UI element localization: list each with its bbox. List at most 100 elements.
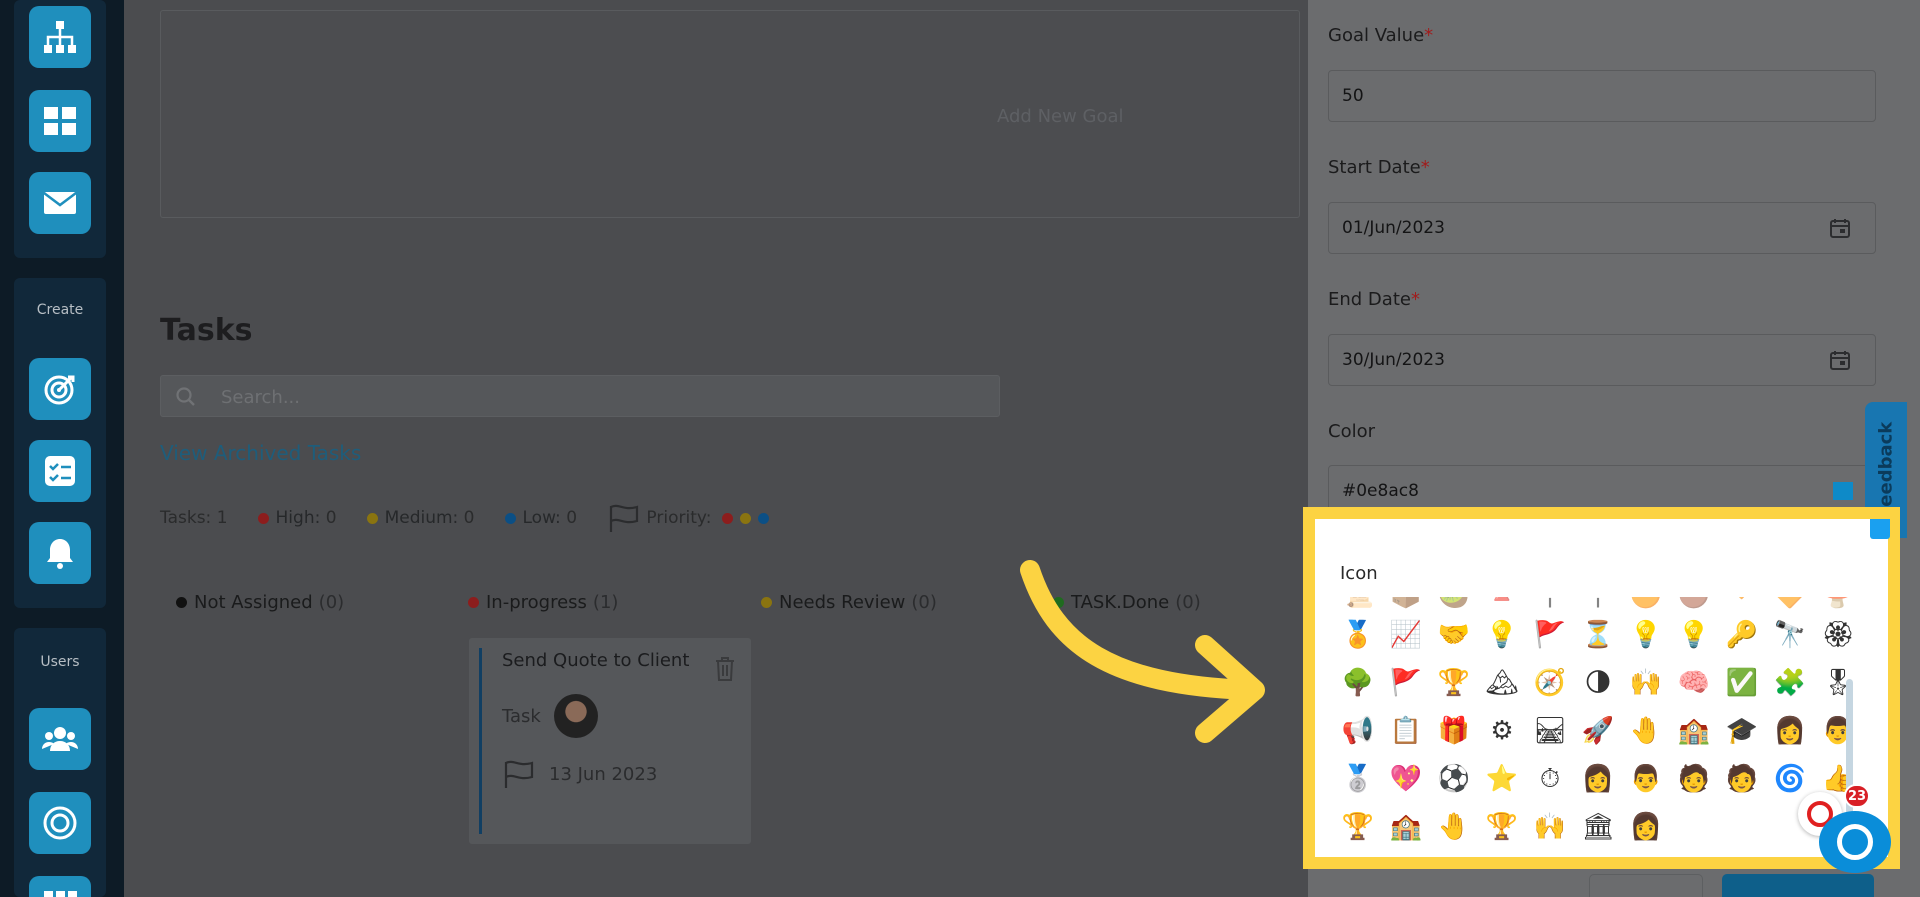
chat-widget-button[interactable] bbox=[1819, 811, 1891, 873]
sidebar-goals-button[interactable] bbox=[29, 792, 91, 854]
save-button[interactable] bbox=[1722, 874, 1874, 897]
school-icon-option[interactable]: 🏫 bbox=[1670, 711, 1718, 751]
feedback-tab-edge[interactable] bbox=[1870, 519, 1890, 539]
trophy-icon-option[interactable]: 🏆 bbox=[1430, 663, 1478, 703]
raised-hands-icon-option[interactable]: 🙌 bbox=[1622, 663, 1670, 703]
puzzle-icon-option[interactable]: 🧩 bbox=[1766, 663, 1814, 703]
icon-option[interactable]: 🟠 bbox=[1622, 597, 1670, 615]
icon-option[interactable]: 🍄 bbox=[1814, 597, 1854, 615]
end-date-field[interactable]: 30/Jun/2023 bbox=[1328, 334, 1876, 386]
woman-icon-option[interactable]: 👩 bbox=[1766, 711, 1814, 751]
icon-option[interactable]: 🔺 bbox=[1478, 597, 1526, 615]
sidebar-mail-button[interactable] bbox=[29, 172, 91, 234]
org-chart-icon bbox=[44, 21, 76, 53]
ball-icon-option[interactable]: ⚽ bbox=[1430, 759, 1478, 799]
icon-row-3: 📢 📋 🎁 ⚙ 🛤 🚀 🤚 🏫 🎓 👩 👨 bbox=[1334, 711, 1854, 751]
swirl-icon-option[interactable]: 🌀 bbox=[1766, 759, 1814, 799]
target-circle-icon bbox=[43, 806, 77, 840]
sidebar-users-button[interactable] bbox=[29, 708, 91, 770]
tree-icon-option[interactable]: 🌳 bbox=[1334, 663, 1382, 703]
icon-option[interactable]: 🥝 bbox=[1430, 597, 1478, 615]
icon-option[interactable]: ¦ bbox=[1526, 597, 1574, 615]
view-archived-tasks-link[interactable]: View Archived Tasks bbox=[160, 441, 361, 465]
calendar-icon[interactable] bbox=[1829, 217, 1851, 239]
person-flag-icon-option[interactable]: 🧑 bbox=[1670, 759, 1718, 799]
key-icon-option[interactable]: 🔑 bbox=[1718, 615, 1766, 655]
task-search[interactable] bbox=[160, 375, 1000, 417]
icon-option[interactable]: 🔶 bbox=[1766, 597, 1814, 615]
icon-option[interactable]: ¦ bbox=[1574, 597, 1622, 615]
sidebar-create-goal-button[interactable] bbox=[29, 358, 91, 420]
idea-icon-option[interactable]: 💡 bbox=[1478, 615, 1526, 655]
gear-warning-icon-option[interactable]: ⚙ bbox=[1478, 711, 1526, 751]
end-date-label-text: End Date bbox=[1328, 289, 1411, 310]
start-date-value: 01/Jun/2023 bbox=[1342, 218, 1445, 238]
man-2-icon-option[interactable]: 👨 bbox=[1622, 759, 1670, 799]
star-icon-option[interactable]: ⭐ bbox=[1478, 759, 1526, 799]
gift-icon-option[interactable]: 🎁 bbox=[1430, 711, 1478, 751]
hourglass-icon-option[interactable]: ⏳ bbox=[1574, 615, 1622, 655]
icon-option[interactable]: 🟤 bbox=[1670, 597, 1718, 615]
icon-option[interactable]: 📜 bbox=[1334, 597, 1382, 615]
podium-icon-option[interactable]: 🏛 bbox=[1574, 807, 1622, 847]
head-icon-option[interactable]: 🧠 bbox=[1670, 663, 1718, 703]
graduation-cap-icon-option[interactable]: 🎓 bbox=[1718, 711, 1766, 751]
trash-icon[interactable] bbox=[713, 656, 737, 682]
trophy-gold-icon-option[interactable]: 🏆 bbox=[1334, 807, 1382, 847]
check-circle-icon-option[interactable]: ✅ bbox=[1718, 663, 1766, 703]
compass-icon-option[interactable]: 🧭 bbox=[1526, 663, 1574, 703]
woman-2-icon-option[interactable]: 👩 bbox=[1574, 759, 1622, 799]
cancel-button[interactable] bbox=[1589, 874, 1703, 897]
priority-high-dot[interactable] bbox=[722, 512, 734, 524]
goal-value-field[interactable]: 50 bbox=[1328, 70, 1876, 122]
hand-wave-icon-option[interactable]: 🤚 bbox=[1430, 807, 1478, 847]
person-icon-option[interactable]: 🧑 bbox=[1718, 759, 1766, 799]
hands-trophy-icon-option[interactable]: 🙌 bbox=[1526, 807, 1574, 847]
search-input[interactable] bbox=[221, 382, 961, 412]
woman-3-icon-option[interactable]: 👩 bbox=[1622, 807, 1670, 847]
chat-icon bbox=[1837, 824, 1873, 860]
sidebar-more-button[interactable] bbox=[29, 876, 91, 897]
goal-value-label: Goal Value* bbox=[1328, 25, 1433, 46]
badge-icon-option[interactable]: 🏵 bbox=[1814, 615, 1854, 655]
priority-filter[interactable]: Priority: bbox=[607, 502, 776, 534]
megaphone-icon-option[interactable]: 📢 bbox=[1334, 711, 1382, 751]
stat-low: Low: 0 bbox=[504, 508, 577, 528]
icon-option[interactable]: 📦 bbox=[1382, 597, 1430, 615]
color-label: Color bbox=[1328, 421, 1375, 442]
building-icon-option[interactable]: 🏫 bbox=[1382, 807, 1430, 847]
telescope-icon-option[interactable]: 🔭 bbox=[1766, 615, 1814, 655]
bulb-icon-option[interactable]: 💡 bbox=[1622, 615, 1670, 655]
required-marker: * bbox=[1420, 157, 1430, 178]
mountain-icon-option[interactable]: 🏔 bbox=[1478, 663, 1526, 703]
clipboard-icon-option[interactable]: 📋 bbox=[1382, 711, 1430, 751]
priority-medium-dot[interactable] bbox=[740, 512, 752, 524]
icon-option[interactable]: 🔸 bbox=[1718, 597, 1766, 615]
sidebar-org-chart-button[interactable] bbox=[29, 6, 91, 68]
sidebar-dashboard-button[interactable] bbox=[29, 90, 91, 152]
handshake-icon-option[interactable]: 🤝 bbox=[1430, 615, 1478, 655]
hand-icon-option[interactable]: 🤚 bbox=[1622, 711, 1670, 751]
half-circle-icon-option[interactable]: 🌗 bbox=[1574, 663, 1622, 703]
road-icon-option[interactable]: 🛤 bbox=[1526, 711, 1574, 751]
rocket-icon-option[interactable]: 🚀 bbox=[1574, 711, 1622, 751]
start-date-field[interactable]: 01/Jun/2023 bbox=[1328, 202, 1876, 254]
silver-medal-icon-option[interactable]: 🥈 bbox=[1334, 759, 1382, 799]
heart-icon-option[interactable]: 💖 bbox=[1382, 759, 1430, 799]
sidebar-create-reminder-button[interactable] bbox=[29, 522, 91, 584]
sidebar-create-task-button[interactable] bbox=[29, 440, 91, 502]
trophy-star-icon-option[interactable]: 🏆 bbox=[1478, 807, 1526, 847]
medal-icon-option[interactable]: 🏅 bbox=[1334, 615, 1382, 655]
priority-low-dot[interactable] bbox=[758, 512, 770, 524]
calendar-icon[interactable] bbox=[1829, 349, 1851, 371]
bulb-blue-icon-option[interactable]: 💡 bbox=[1670, 615, 1718, 655]
stopwatch-icon-option[interactable]: ⏱ bbox=[1526, 759, 1574, 799]
color-swatch[interactable] bbox=[1833, 482, 1853, 500]
add-goal-card[interactable]: Add New Goal bbox=[160, 10, 1300, 218]
growth-chart-icon-option[interactable]: 📈 bbox=[1382, 615, 1430, 655]
avatar bbox=[554, 694, 598, 738]
task-card[interactable]: Send Quote to Client Task 13 Jun 2023 bbox=[469, 638, 751, 844]
flag-icon-option[interactable]: 🚩 bbox=[1526, 615, 1574, 655]
flag-pink-icon-option[interactable]: 🚩 bbox=[1382, 663, 1430, 703]
required-marker: * bbox=[1410, 289, 1420, 310]
